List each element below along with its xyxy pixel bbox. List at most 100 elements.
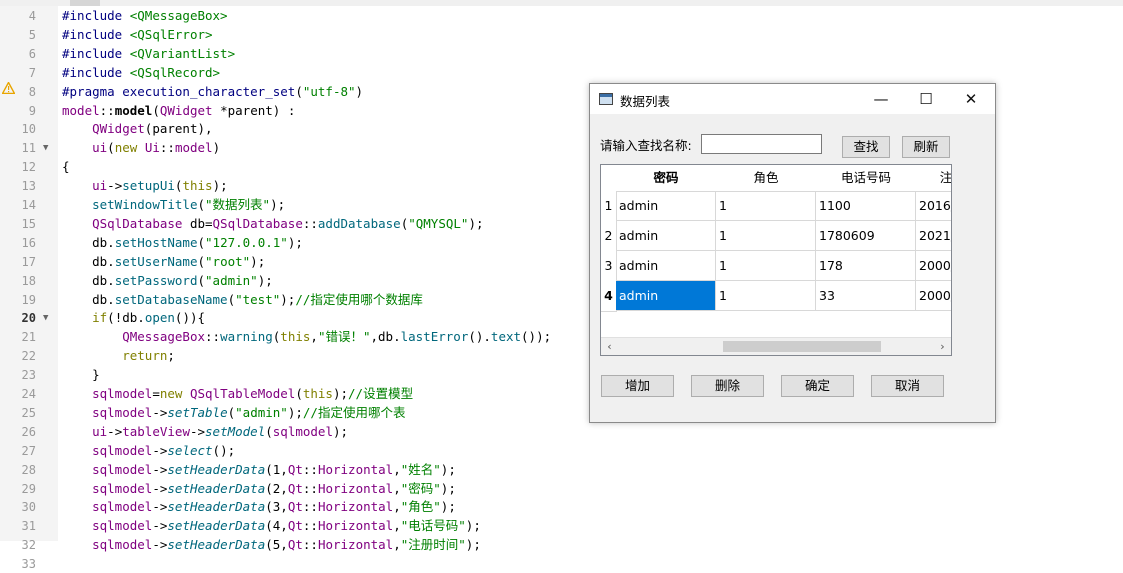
table-cell[interactable]: 1100: [816, 191, 916, 221]
table-cell[interactable]: 1: [716, 221, 816, 251]
find-button[interactable]: 查找: [842, 136, 890, 158]
code-line[interactable]: model::model(QWidget *parent) :: [62, 102, 295, 120]
line-number: 27: [21, 443, 36, 458]
table-cell[interactable]: admin: [616, 251, 716, 281]
code-line[interactable]: return;: [62, 347, 175, 365]
table-cell[interactable]: admin: [616, 191, 716, 221]
line-number: 28: [21, 462, 36, 477]
row-header[interactable]: 2: [601, 221, 617, 252]
line-number: 18: [21, 273, 36, 288]
delete-button[interactable]: 删除: [691, 375, 764, 397]
fold-arrow-icon[interactable]: ▼: [43, 309, 48, 327]
code-line[interactable]: sqlmodel->setHeaderData(4,Qt::Horizontal…: [62, 517, 481, 535]
add-button[interactable]: 增加: [601, 375, 674, 397]
dialog-title-bar[interactable]: 数据列表 — ☐ ✕: [590, 84, 995, 114]
code-line[interactable]: QSqlDatabase db=QSqlDatabase::addDatabas…: [62, 215, 483, 233]
refresh-button[interactable]: 刷新: [902, 136, 950, 158]
close-button[interactable]: ✕: [948, 84, 994, 114]
table-cell[interactable]: 1780609: [816, 221, 916, 251]
dialog-title: 数据列表: [620, 94, 671, 109]
code-line[interactable]: QWidget(parent),: [62, 120, 212, 138]
line-number: 32: [21, 538, 36, 553]
table-cell[interactable]: 1: [716, 191, 816, 221]
data-list-dialog: 数据列表 — ☐ ✕ 请输入查找名称: 查找 刷新 密码 角色 电话号码注 1 adm…: [589, 83, 996, 423]
line-number: 29: [21, 481, 36, 496]
line-number: 21: [21, 330, 36, 345]
code-line[interactable]: db.setDatabaseName("test");//指定使用哪个数据库: [62, 291, 423, 309]
table-cell[interactable]: 2021/: [916, 221, 951, 251]
table-cell[interactable]: 178: [816, 251, 916, 281]
code-line[interactable]: ui(new Ui::model): [62, 139, 220, 157]
code-line[interactable]: {: [62, 158, 70, 176]
column-header[interactable]: 电话号码: [816, 165, 917, 192]
code-line[interactable]: if(!db.open()){: [62, 309, 205, 327]
code-line[interactable]: db.setHostName("127.0.0.1");: [62, 234, 303, 252]
code-line[interactable]: #include <QVariantList>: [62, 45, 235, 63]
table-cell[interactable]: admin: [616, 281, 716, 311]
line-number: 33: [21, 557, 36, 572]
line-number: 11: [21, 141, 36, 156]
line-number: 20: [21, 311, 36, 326]
code-line[interactable]: sqlmodel->setTable("admin");//指定使用哪个表: [62, 404, 405, 422]
table-cell[interactable]: 2000/: [916, 281, 951, 311]
code-line[interactable]: }: [62, 366, 100, 384]
code-line[interactable]: sqlmodel->setHeaderData(5,Qt::Horizontal…: [62, 536, 481, 554]
data-table[interactable]: 密码 角色 电话号码注 1 admin 1 1100 2016/2 admin 1 1780609…: [600, 164, 952, 356]
code-line[interactable]: sqlmodel->select();: [62, 442, 235, 460]
line-number: 13: [21, 179, 36, 194]
scroll-left-icon[interactable]: ‹: [601, 338, 618, 355]
table-cell[interactable]: 2016/: [916, 191, 951, 221]
line-number: 12: [21, 160, 36, 175]
code-line[interactable]: sqlmodel->setHeaderData(1,Qt::Horizontal…: [62, 461, 456, 479]
table-corner[interactable]: [601, 165, 617, 192]
code-line[interactable]: sqlmodel->setHeaderData(3,Qt::Horizontal…: [62, 498, 456, 516]
row-header[interactable]: 1: [601, 191, 617, 222]
line-number: 14: [21, 198, 36, 212]
line-number: 5: [28, 27, 36, 42]
code-line[interactable]: #pragma execution_character_set("utf-8"): [62, 83, 363, 101]
line-number: 15: [21, 216, 36, 231]
line-number: 4: [28, 9, 36, 23]
search-label: 请输入查找名称:: [600, 138, 692, 153]
window-icon: [599, 93, 613, 105]
column-header[interactable]: 密码: [616, 165, 717, 192]
scroll-thumb[interactable]: [723, 341, 881, 352]
search-input[interactable]: [701, 134, 822, 154]
line-number: 8: [28, 84, 36, 99]
confirm-button[interactable]: 确定: [781, 375, 854, 397]
code-line[interactable]: sqlmodel=new QSqlTableModel(this);//设置模型: [62, 385, 413, 403]
code-line[interactable]: sqlmodel->setHeaderData(2,Qt::Horizontal…: [62, 480, 456, 498]
column-header[interactable]: 角色: [716, 165, 817, 192]
line-number: 19: [21, 292, 36, 307]
scroll-right-icon[interactable]: ›: [934, 338, 951, 355]
code-line[interactable]: #include <QSqlError>: [62, 26, 213, 44]
cancel-button[interactable]: 取消: [871, 375, 944, 397]
table-cell[interactable]: 2000/: [916, 251, 951, 281]
code-line[interactable]: db.setUserName("root");: [62, 253, 265, 271]
table-cell[interactable]: 1: [716, 281, 816, 311]
code-line[interactable]: #include <QSqlRecord>: [62, 64, 220, 82]
code-line[interactable]: #include <QMessageBox>: [62, 7, 228, 25]
line-number: 16: [21, 235, 36, 250]
table-cell[interactable]: 1: [716, 251, 816, 281]
fold-arrow-icon[interactable]: ▼: [43, 139, 48, 157]
horizontal-scrollbar[interactable]: ‹ ›: [601, 337, 951, 355]
code-line[interactable]: ui->tableView->setModel(sqlmodel);: [62, 423, 348, 441]
line-number: 6: [28, 46, 36, 61]
code-line[interactable]: QMessageBox::warning(this,"错误！",db.lastE…: [62, 328, 551, 346]
code-line[interactable]: ui->setupUi(this);: [62, 177, 228, 195]
line-number: 7: [28, 65, 36, 80]
minimize-button[interactable]: —: [858, 84, 904, 114]
row-header[interactable]: 3: [601, 251, 617, 282]
column-header[interactable]: 注: [916, 165, 951, 192]
line-number: 9: [28, 103, 36, 118]
code-line[interactable]: setWindowTitle("数据列表");: [62, 196, 285, 214]
table-cell[interactable]: 33: [816, 281, 916, 311]
line-number: 17: [21, 254, 36, 269]
code-line[interactable]: db.setPassword("admin");: [62, 272, 273, 290]
row-header[interactable]: 4: [601, 281, 617, 312]
maximize-button[interactable]: ☐: [903, 84, 949, 114]
line-number: 25: [21, 405, 36, 420]
table-cell[interactable]: admin: [616, 221, 716, 251]
line-number: 30: [21, 500, 36, 515]
